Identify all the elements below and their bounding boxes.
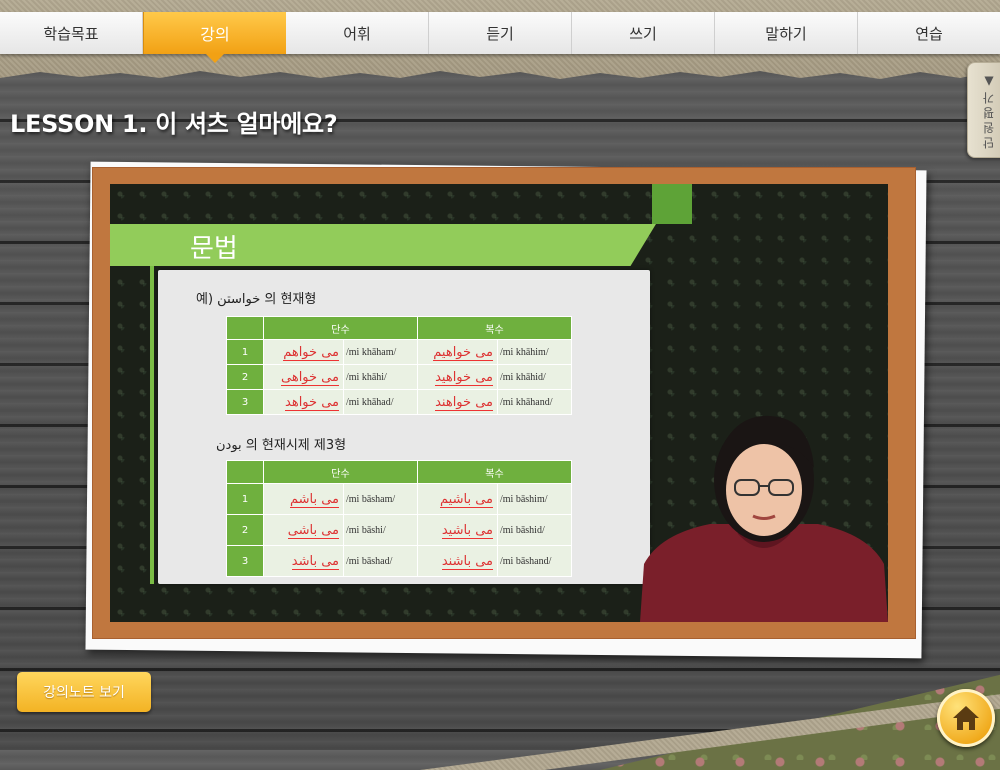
table-header-plural: 복수 [417, 316, 572, 340]
singular-romanization: /mi bāshi/ [343, 514, 418, 546]
row-number: 1 [226, 339, 264, 365]
table-row: 2 می خواهی /mi khāhi/ می خواهید /mi khāh… [226, 364, 572, 390]
view-lecture-notes-button[interactable]: 강의노트 보기 [17, 672, 151, 712]
plural-romanization: /mi khāhand/ [497, 389, 572, 415]
slide-decoration-edge [150, 266, 154, 584]
plural-persian-text: می باشیم [440, 491, 493, 508]
section1-label: 예) خواستن 의 현재형 [196, 292, 317, 307]
tab-label: 연습 [915, 24, 943, 43]
plural-persian: می باشیم [417, 483, 498, 515]
plural-persian-text: می باشید [441, 522, 493, 539]
table-row: 1 می باشم /mi bāsham/ می باشیم /mi bāshi… [226, 483, 572, 515]
singular-persian-text: می باشی [287, 522, 339, 539]
side-tab-label: 단원평가▲ [981, 71, 996, 149]
singular-persian: می باشد [263, 545, 344, 577]
grammar-table-2: 단수 복수 1 می باشم /mi bāsham/ می باشیم /mi… [226, 460, 572, 577]
plural-persian-text: می خواهید [435, 369, 493, 386]
plural-persian: می خواهند [417, 389, 498, 415]
singular-persian-text: می خواهی [281, 369, 339, 386]
table-header-row: 단수 복수 [226, 460, 572, 484]
tab-speaking[interactable]: 말하기 [715, 12, 858, 54]
singular-romanization: /mi bāshad/ [343, 545, 418, 577]
singular-persian: می باشی [263, 514, 344, 546]
singular-romanization: /mi bāsham/ [343, 483, 418, 515]
singular-persian-text: می باشد [291, 553, 339, 570]
home-icon [953, 706, 979, 730]
singular-persian: می خواهم [263, 339, 344, 365]
lesson-title: LESSON 1. 이 셔츠 얼마에요? [10, 110, 338, 138]
tab-writing[interactable]: 쓰기 [572, 12, 715, 54]
tab-label: 쓰기 [629, 24, 657, 43]
slide-decoration-left [110, 224, 150, 266]
top-tab-bar: 학습목표 강의 어휘 듣기 쓰기 말하기 연습 [0, 12, 1000, 63]
lecture-video[interactable]: 문법 예) خواستن 의 현재형 단수 복수 1 می خواهم /mi … [110, 184, 888, 622]
section2-label: بودن 의 현재시제 제3형 [216, 438, 347, 453]
plural-persian: می خواهیم [417, 339, 498, 365]
table-header-row: 단수 복수 [226, 316, 572, 340]
row-number: 2 [226, 514, 264, 546]
tab-label: 듣기 [486, 24, 514, 43]
tab-listening[interactable]: 듣기 [429, 12, 572, 54]
plural-persian: می باشید [417, 514, 498, 546]
singular-persian: می خواهد [263, 389, 344, 415]
plural-romanization: /mi khāhim/ [497, 339, 572, 365]
table-header-singular: 단수 [263, 316, 418, 340]
singular-persian: می باشم [263, 483, 344, 515]
row-number: 3 [226, 545, 264, 577]
table-header-singular: 단수 [263, 460, 418, 484]
slide-content-panel: 예) خواستن 의 현재형 단수 복수 1 می خواهم /mi khā… [158, 270, 650, 584]
table-row: 1 می خواهم /mi khāham/ می خواهیم /mi khā… [226, 339, 572, 365]
row-number: 1 [226, 483, 264, 515]
notes-button-label: 강의노트 보기 [43, 685, 125, 701]
row-number: 3 [226, 389, 264, 415]
table-row: 3 می خواهد /mi khāhad/ می خواهند /mi khā… [226, 389, 572, 415]
grammar-table-1: 단수 복수 1 می خواهم /mi khāham/ می خواهیم /… [226, 316, 572, 415]
singular-persian: می خواهی [263, 364, 344, 390]
tab-learning-goals[interactable]: 학습목표 [0, 12, 143, 54]
table-header-plural: 복수 [417, 460, 572, 484]
singular-persian-text: می باشم [289, 491, 339, 508]
plural-romanization: /mi bāshand/ [497, 545, 572, 577]
singular-romanization: /mi khāhi/ [343, 364, 418, 390]
plural-persian: می خواهید [417, 364, 498, 390]
table-header-num [226, 460, 264, 484]
slide-decoration-top [652, 184, 692, 224]
table-row: 2 می باشی /mi bāshi/ می باشید /mi bāshid… [226, 514, 572, 546]
tab-vocabulary[interactable]: 어휘 [286, 12, 429, 54]
home-button[interactable] [937, 689, 995, 747]
plural-persian-text: می خواهند [435, 394, 493, 411]
slide-heading: 문법 [190, 234, 238, 264]
singular-persian-text: می خواهم [283, 344, 339, 361]
singular-romanization: /mi khāham/ [343, 339, 418, 365]
plural-persian: می باشند [417, 545, 498, 577]
singular-romanization: /mi khāhad/ [343, 389, 418, 415]
presenter-image [640, 415, 888, 622]
row-number: 2 [226, 364, 264, 390]
tab-label: 학습목표 [43, 24, 99, 43]
plural-romanization: /mi khāhid/ [497, 364, 572, 390]
plural-persian-text: می خواهیم [433, 344, 493, 361]
plural-romanization: /mi bāshim/ [497, 483, 572, 515]
plural-persian-text: می باشند [441, 553, 493, 570]
table-row: 3 می باشد /mi bāshad/ می باشند /mi bāsha… [226, 545, 572, 577]
tab-label: 말하기 [765, 24, 807, 43]
unit-test-side-tab[interactable]: 단원평가▲ [967, 62, 1000, 158]
table-header-num [226, 316, 264, 340]
tab-label: 강의 [200, 25, 230, 44]
tab-label: 어휘 [343, 24, 371, 43]
tab-lecture[interactable]: 강의 [143, 12, 286, 63]
tab-practice[interactable]: 연습 [858, 12, 1000, 54]
singular-persian-text: می خواهد [285, 394, 339, 411]
plural-romanization: /mi bāshid/ [497, 514, 572, 546]
